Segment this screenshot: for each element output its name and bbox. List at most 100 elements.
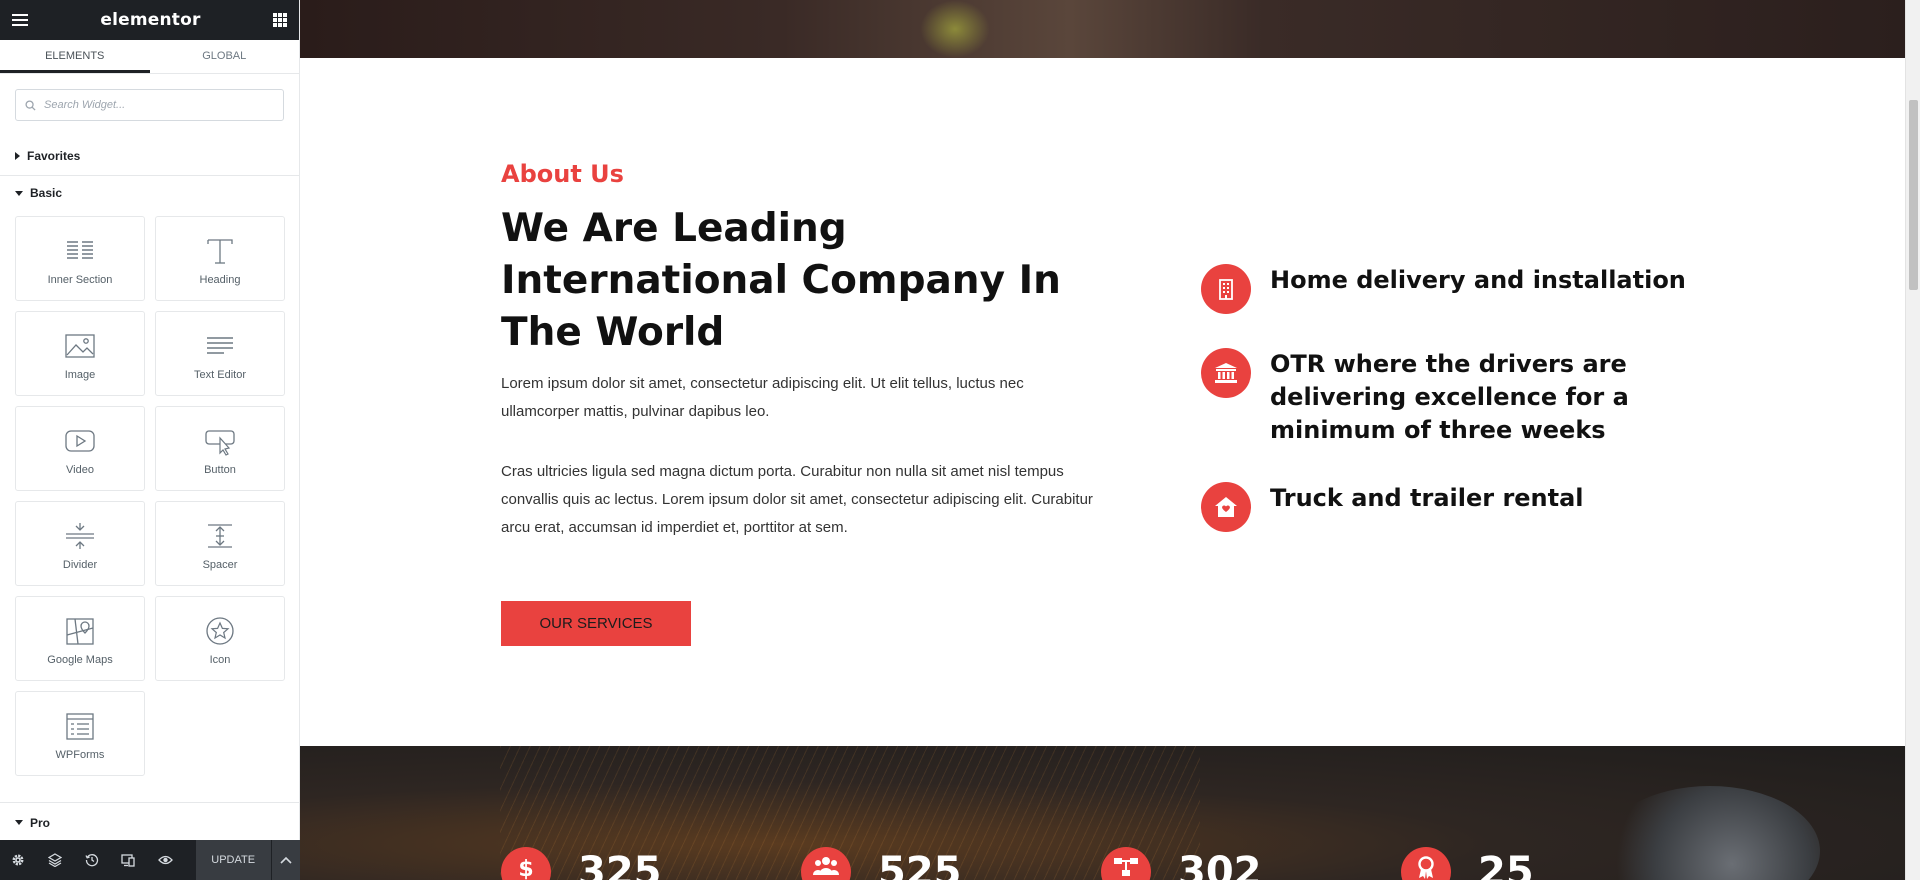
menu-icon[interactable] — [12, 14, 28, 26]
category-pro[interactable]: Pro — [0, 802, 300, 842]
our-services-button[interactable]: OUR SERVICES — [501, 601, 691, 646]
feature-item: Home delivery and installation — [1201, 264, 1690, 314]
widget-icon[interactable]: Icon — [155, 596, 285, 681]
bank-icon — [1201, 348, 1251, 398]
eye-icon — [157, 855, 173, 865]
preview-scrollbar[interactable] — [1905, 0, 1920, 880]
panel-header: elementor — [0, 0, 299, 40]
category-label: Favorites — [27, 148, 81, 163]
widget-label: WPForms — [55, 748, 105, 761]
widget-heading[interactable]: Heading — [155, 216, 285, 301]
elementor-logo: elementor — [100, 10, 201, 30]
widget-label: Spacer — [202, 558, 238, 571]
category-label: Pro — [30, 815, 51, 830]
widget-grid: Inner Section Heading Image Text Editor … — [0, 210, 299, 788]
dollar-icon: $ — [501, 847, 551, 880]
feature-text: Home delivery and installation — [1270, 266, 1686, 294]
widget-wpforms[interactable]: WPForms — [15, 691, 145, 776]
button-icon — [205, 429, 235, 456]
users-icon — [801, 847, 851, 880]
search-wrapper — [0, 74, 299, 136]
svg-text:$: $ — [518, 857, 533, 880]
stat-value: 325 — [578, 849, 662, 880]
widget-video[interactable]: Video — [15, 406, 145, 491]
stat-item: 25 — [1401, 847, 1534, 880]
widget-label: Divider — [62, 558, 98, 571]
caret-down-icon — [15, 820, 23, 825]
about-paragraph-1: Lorem ipsum dolor sit amet, consectetur … — [501, 375, 1024, 420]
page-preview: About Us We Are Leading International Co… — [300, 0, 1905, 880]
editor-panel: elementor ELEMENTS GLOBAL Favorites Basi… — [0, 0, 301, 880]
map-icon — [66, 617, 94, 645]
star-icon — [206, 616, 234, 645]
text-editor-icon — [207, 336, 233, 354]
widget-inner-section[interactable]: Inner Section — [15, 216, 145, 301]
house-icon — [1201, 482, 1251, 532]
inner-section-icon — [67, 240, 93, 259]
update-button[interactable]: UPDATE — [195, 840, 271, 880]
building-icon — [1201, 264, 1251, 314]
history-icon — [85, 854, 98, 867]
widgets-grid-icon[interactable] — [272, 13, 287, 27]
stat-item: $ 325 — [501, 847, 662, 880]
stats-section: $ 325 525 302 25 — [300, 746, 1905, 880]
divider-icon — [66, 522, 94, 549]
network-icon — [1101, 847, 1151, 880]
widget-spacer[interactable]: Spacer — [155, 501, 285, 586]
widget-label: Image — [64, 368, 96, 381]
settings-button[interactable] — [0, 840, 37, 880]
about-label: About Us — [501, 160, 624, 188]
widget-label: Google Maps — [47, 653, 113, 666]
form-icon — [66, 712, 94, 740]
update-options-button[interactable] — [271, 840, 301, 880]
layers-icon — [48, 853, 63, 867]
stat-value: 25 — [1478, 849, 1534, 880]
history-button[interactable] — [73, 840, 110, 880]
category-label: Basic — [30, 186, 63, 200]
stat-item: 525 — [801, 847, 962, 880]
panel-footer: UPDATE — [0, 840, 301, 880]
widget-label: Inner Section — [47, 273, 113, 286]
feature-text: OTR where the drivers are delivering exc… — [1270, 350, 1629, 444]
caret-down-icon — [15, 190, 23, 196]
widget-google-maps[interactable]: Google Maps — [15, 596, 145, 681]
heading-icon — [207, 238, 233, 264]
navigator-button[interactable] — [37, 840, 74, 880]
spacer-icon — [208, 523, 232, 548]
widget-image[interactable]: Image — [15, 311, 145, 396]
widget-button[interactable]: Button — [155, 406, 285, 491]
widget-label: Button — [204, 463, 236, 476]
category-favorites[interactable]: Favorites — [0, 136, 299, 176]
widget-label: Heading — [199, 273, 241, 286]
feature-text: Truck and trailer rental — [1270, 484, 1584, 512]
stat-item: 302 — [1101, 847, 1262, 880]
responsive-icon — [121, 854, 136, 867]
gear-icon — [12, 854, 24, 866]
stat-value: 525 — [878, 849, 962, 880]
widget-label: Text Editor — [194, 368, 246, 381]
search-box — [15, 89, 284, 121]
responsive-mode-button[interactable] — [110, 840, 147, 880]
tab-elements[interactable]: ELEMENTS — [0, 40, 150, 73]
widget-label: Icon — [209, 653, 231, 666]
scrollbar-thumb[interactable] — [1909, 100, 1918, 290]
award-icon — [1401, 847, 1451, 880]
hero-image-bottom — [300, 0, 1905, 58]
feature-item: OTR where the drivers are delivering exc… — [1201, 348, 1690, 447]
feature-item: Truck and trailer rental — [1201, 482, 1690, 532]
panel-tabs: ELEMENTS GLOBAL — [0, 40, 299, 74]
about-paragraph-2: Cras ultricies ligula sed magna dictum p… — [501, 463, 1093, 536]
search-icon — [25, 99, 36, 111]
widget-divider[interactable]: Divider — [15, 501, 145, 586]
caret-right-icon — [15, 151, 20, 160]
image-icon — [65, 333, 95, 358]
stat-value: 302 — [1178, 849, 1262, 880]
widget-label: Video — [66, 463, 94, 476]
tab-global[interactable]: GLOBAL — [150, 40, 300, 73]
search-widget-input[interactable] — [44, 99, 264, 111]
category-basic[interactable]: Basic — [0, 176, 299, 210]
chevron-up-icon — [280, 856, 292, 864]
widget-text-editor[interactable]: Text Editor — [155, 311, 285, 396]
preview-button[interactable] — [147, 840, 184, 880]
about-title: We Are Leading International Company In … — [501, 206, 1061, 355]
